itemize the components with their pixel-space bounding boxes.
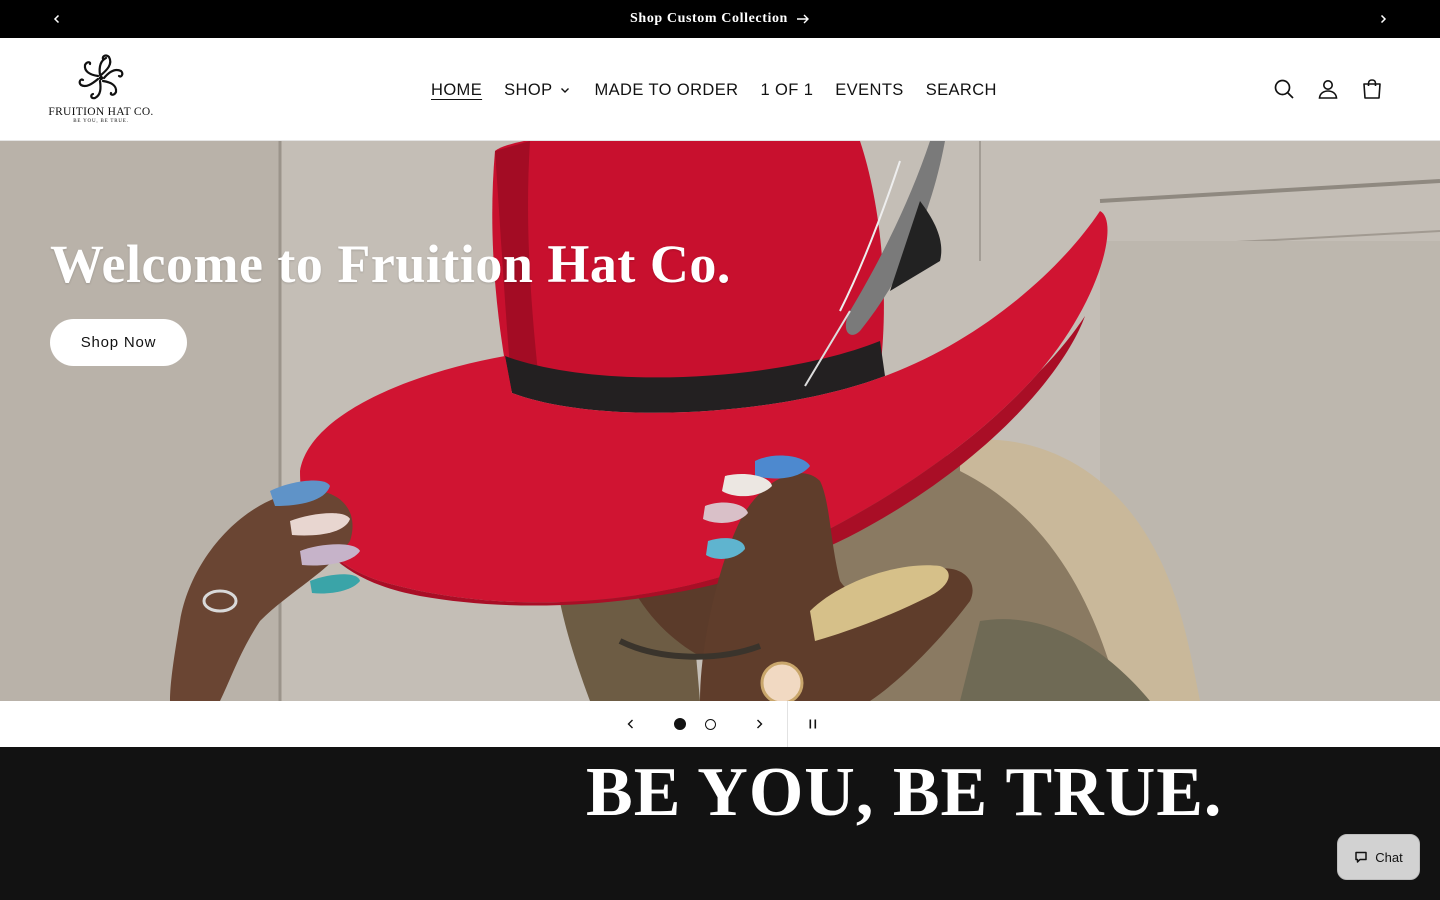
slide-dot-1[interactable] <box>674 718 686 730</box>
header-actions <box>1262 67 1394 111</box>
tagline-section: BE YOU, BE TRUE. <box>0 747 1440 900</box>
nav-item-label: SEARCH <box>925 80 997 99</box>
nav-item-home[interactable]: HOME <box>420 81 493 100</box>
site-logo[interactable]: FRUITION HAT CO. BE YOU, BE TRUE. <box>48 52 154 128</box>
chevron-right-icon <box>757 719 763 729</box>
slideshow-pause-button[interactable] <box>791 701 835 747</box>
cart-icon <box>1363 79 1381 99</box>
nav-item-label: HOME <box>431 80 483 99</box>
nav-item-events[interactable]: EVENTS <box>824 81 914 100</box>
swirl-logo-icon <box>78 54 124 100</box>
search-icon <box>1274 79 1294 99</box>
nav-item-label: MADE TO ORDER <box>594 80 739 99</box>
account-button[interactable] <box>1306 67 1350 111</box>
chevron-down-icon <box>561 88 570 93</box>
search-button[interactable] <box>1262 67 1306 111</box>
arrow-right-icon <box>796 14 809 24</box>
announcement-text: Shop Custom Collection <box>630 11 788 26</box>
hero-banner: Welcome to Fruition Hat Co. Shop Now <box>0 141 1440 701</box>
tagline-heading: BE YOU, BE TRUE. <box>586 754 1223 831</box>
chat-label: Chat <box>1375 849 1403 865</box>
logo-tagline: BE YOU, BE TRUE. <box>73 119 129 124</box>
slide-prev-button[interactable] <box>609 701 653 747</box>
slide-dot-2[interactable] <box>704 718 716 730</box>
announcement-next-button[interactable] <box>1364 0 1402 38</box>
nav-item-shop[interactable]: SHOP <box>493 81 583 100</box>
shop-now-button[interactable]: Shop Now <box>50 319 187 366</box>
slide-next-button[interactable] <box>737 701 781 747</box>
slider-controls <box>0 701 1440 747</box>
nav-item-search[interactable]: SEARCH <box>915 81 1008 100</box>
nav-item-label: 1 OF 1 <box>760 80 814 99</box>
chevron-left-icon <box>53 14 60 24</box>
hero-heading: Welcome to Fruition Hat Co. <box>50 234 731 294</box>
announcement-link[interactable]: Shop Custom Collection <box>630 11 810 27</box>
hero-image <box>0 141 1440 701</box>
nav-item-made-to-order[interactable]: MADE TO ORDER <box>583 81 749 100</box>
nav-item-label: EVENTS <box>835 80 904 99</box>
announcement-bar: Shop Custom Collection <box>0 0 1440 38</box>
chevron-right-icon <box>1380 14 1387 24</box>
cart-button[interactable] <box>1350 67 1394 111</box>
nav-item-1-of-1[interactable]: 1 OF 1 <box>749 81 824 100</box>
nav-item-label: SHOP <box>504 80 553 99</box>
controls-divider <box>787 701 788 747</box>
logo-name: FRUITION HAT CO. <box>48 106 154 118</box>
main-nav: HOME SHOP MADE TO ORDER 1 OF 1 EVENTS SE… <box>420 76 1008 104</box>
chevron-left-icon <box>627 719 633 729</box>
announcement-prev-button[interactable] <box>38 0 76 38</box>
site-header: FRUITION HAT CO. BE YOU, BE TRUE. HOME S… <box>0 38 1440 141</box>
chat-bubble-icon <box>1355 851 1368 863</box>
pause-icon <box>809 719 817 729</box>
account-icon <box>1318 80 1338 99</box>
chat-button[interactable]: Chat <box>1337 834 1420 880</box>
